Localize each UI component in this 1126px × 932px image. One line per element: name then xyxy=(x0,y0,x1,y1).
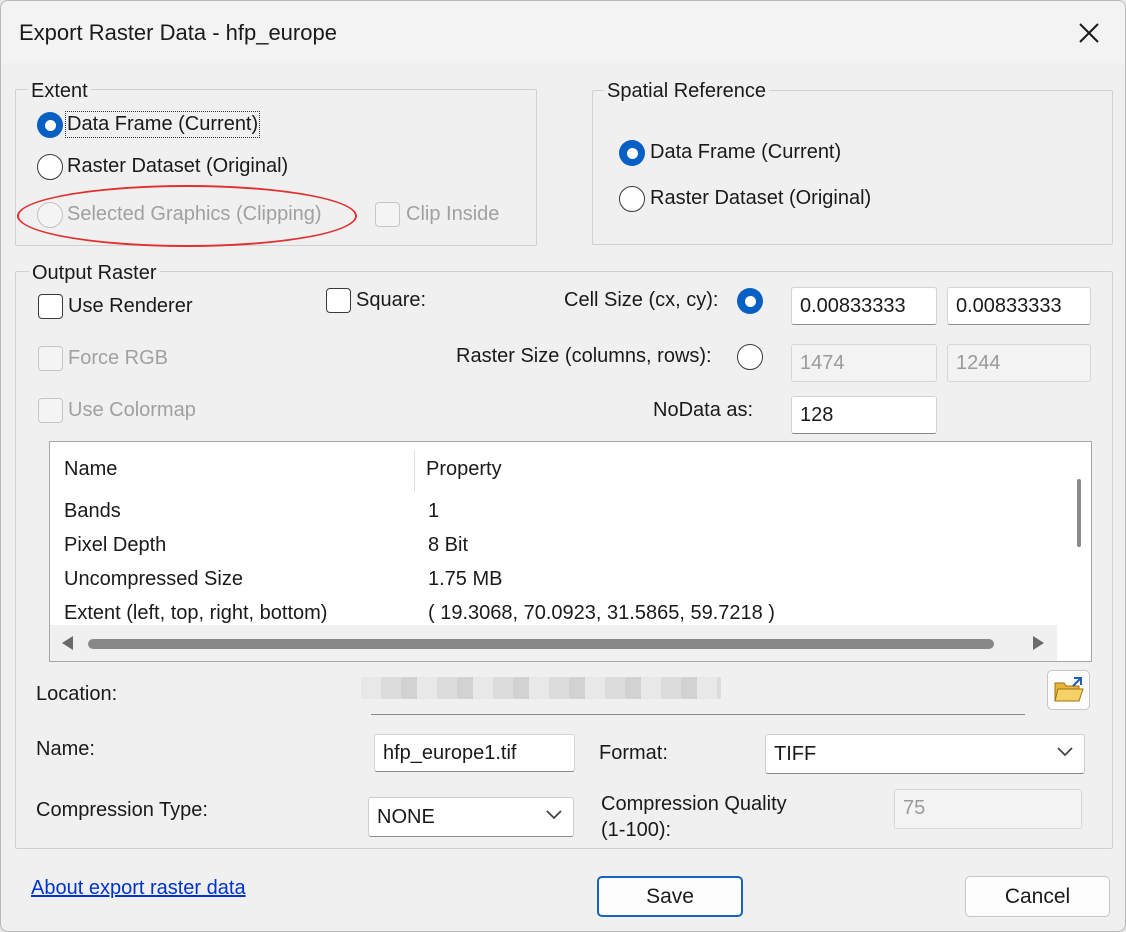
row-name-cell: Pixel Depth xyxy=(64,534,167,556)
extent-data-frame-label: Data Frame (Current) xyxy=(64,111,261,138)
cancel-button-label: Cancel xyxy=(1004,884,1071,908)
compression-type-value: NONE xyxy=(377,806,435,828)
folder-open-icon xyxy=(1053,677,1084,702)
close-button[interactable] xyxy=(1067,11,1111,55)
spatial-data-frame-label: Data Frame (Current) xyxy=(650,141,842,163)
scroll-right-arrow-icon[interactable] xyxy=(1032,636,1044,650)
row-property-cell: 1.75 MB xyxy=(428,568,503,590)
force-rgb-checkbox[interactable] xyxy=(38,346,63,371)
spatial-reference-legend: Spatial Reference xyxy=(604,79,769,103)
about-export-raster-link[interactable]: About export raster data xyxy=(31,877,246,900)
use-renderer-checkbox[interactable] xyxy=(38,294,63,319)
spatial-reference-group xyxy=(592,90,1113,245)
compression-quality-label-line1: Compression Quality xyxy=(601,793,787,815)
vertical-scrollbar[interactable] xyxy=(1057,442,1091,626)
vertical-scrollbar-thumb[interactable] xyxy=(1077,479,1081,547)
cancel-button[interactable]: Cancel xyxy=(965,876,1110,917)
raster-columns-input[interactable]: 1474 xyxy=(791,344,937,382)
raster-size-label: Raster Size (columns, rows): xyxy=(456,345,712,367)
column-header-property[interactable]: Property xyxy=(426,458,502,481)
extent-raster-dataset-label: Raster Dataset (Original) xyxy=(67,155,289,177)
table-row[interactable]: Uncompressed Size 1.75 MB xyxy=(50,565,1057,599)
row-name-cell: Uncompressed Size xyxy=(64,568,243,590)
format-select[interactable]: TIFF xyxy=(765,734,1085,774)
properties-list[interactable]: Name Property Bands 1 Pixel Depth 8 Bit … xyxy=(49,441,1092,662)
browse-location-button[interactable] xyxy=(1047,670,1090,710)
use-colormap-checkbox[interactable] xyxy=(38,398,63,423)
table-row[interactable]: Pixel Depth 8 Bit xyxy=(50,531,1057,565)
extent-data-frame-radio[interactable] xyxy=(37,112,63,138)
table-row[interactable]: Bands 1 xyxy=(50,497,1057,531)
cell-size-radio[interactable] xyxy=(737,288,763,314)
properties-list-header: Name Property xyxy=(50,442,1057,494)
cell-size-cy-input[interactable]: 0.00833333 xyxy=(947,287,1091,325)
format-label: Format: xyxy=(599,742,668,764)
chevron-down-icon xyxy=(1057,747,1073,757)
extent-raster-dataset-radio[interactable] xyxy=(37,154,63,180)
horizontal-scrollbar-thumb[interactable] xyxy=(88,639,994,649)
location-input[interactable] xyxy=(361,677,1025,715)
row-property-cell: ( 19.3068, 70.0923, 31.5865, 59.7218 ) xyxy=(428,602,775,624)
location-label: Location: xyxy=(36,683,118,705)
row-property-cell: 1 xyxy=(428,500,440,522)
spatial-raster-dataset-radio[interactable] xyxy=(619,186,645,212)
chevron-down-icon xyxy=(546,810,562,820)
extent-selected-graphics-label: Selected Graphics (Clipping) xyxy=(67,203,322,225)
compression-quality-input[interactable]: 75 xyxy=(894,789,1082,829)
compression-quality-label-line2: (1-100): xyxy=(601,819,672,841)
nodata-input[interactable]: 128 xyxy=(791,396,937,434)
column-separator[interactable] xyxy=(414,450,415,492)
cell-size-label: Cell Size (cx, cy): xyxy=(564,289,719,311)
horizontal-scrollbar[interactable] xyxy=(50,625,1057,661)
title-bar: Export Raster Data - hfp_europe xyxy=(1,1,1125,63)
row-name-cell: Extent (left, top, right, bottom) xyxy=(64,602,328,624)
spatial-data-frame-radio[interactable] xyxy=(619,140,645,166)
extent-selected-graphics-radio[interactable] xyxy=(37,202,63,228)
scroll-left-arrow-icon[interactable] xyxy=(62,636,74,650)
format-select-value: TIFF xyxy=(774,743,817,765)
compression-type-select[interactable]: NONE xyxy=(368,797,574,837)
row-property-cell: 8 Bit xyxy=(428,534,469,556)
use-colormap-label: Use Colormap xyxy=(68,399,196,421)
window-title: Export Raster Data - hfp_europe xyxy=(19,20,337,45)
use-renderer-label: Use Renderer xyxy=(68,295,193,317)
raster-rows-input[interactable]: 1244 xyxy=(947,344,1091,382)
column-header-name[interactable]: Name xyxy=(64,458,117,481)
compression-type-label: Compression Type: xyxy=(36,799,208,821)
square-checkbox[interactable] xyxy=(326,288,351,313)
square-label: Square: xyxy=(356,289,427,311)
close-icon xyxy=(1079,23,1099,43)
force-rgb-label: Force RGB xyxy=(68,347,169,369)
extent-legend: Extent xyxy=(28,79,91,103)
cell-size-cx-input[interactable]: 0.00833333 xyxy=(791,287,937,325)
clip-inside-label: Clip Inside xyxy=(406,203,500,225)
name-label: Name: xyxy=(36,738,95,760)
clip-inside-checkbox[interactable] xyxy=(375,202,400,227)
spatial-raster-dataset-label: Raster Dataset (Original) xyxy=(650,187,872,209)
row-name-cell: Bands xyxy=(64,500,121,522)
name-input[interactable]: hfp_europe1.tif xyxy=(374,734,575,772)
nodata-label: NoData as: xyxy=(653,399,754,421)
save-button-label: Save xyxy=(646,884,694,908)
raster-size-radio[interactable] xyxy=(737,344,763,370)
save-button[interactable]: Save xyxy=(597,876,743,917)
export-raster-dialog: Export Raster Data - hfp_europe Extent D… xyxy=(0,0,1126,932)
output-raster-legend: Output Raster xyxy=(29,261,160,285)
location-path-redacted xyxy=(361,677,721,699)
